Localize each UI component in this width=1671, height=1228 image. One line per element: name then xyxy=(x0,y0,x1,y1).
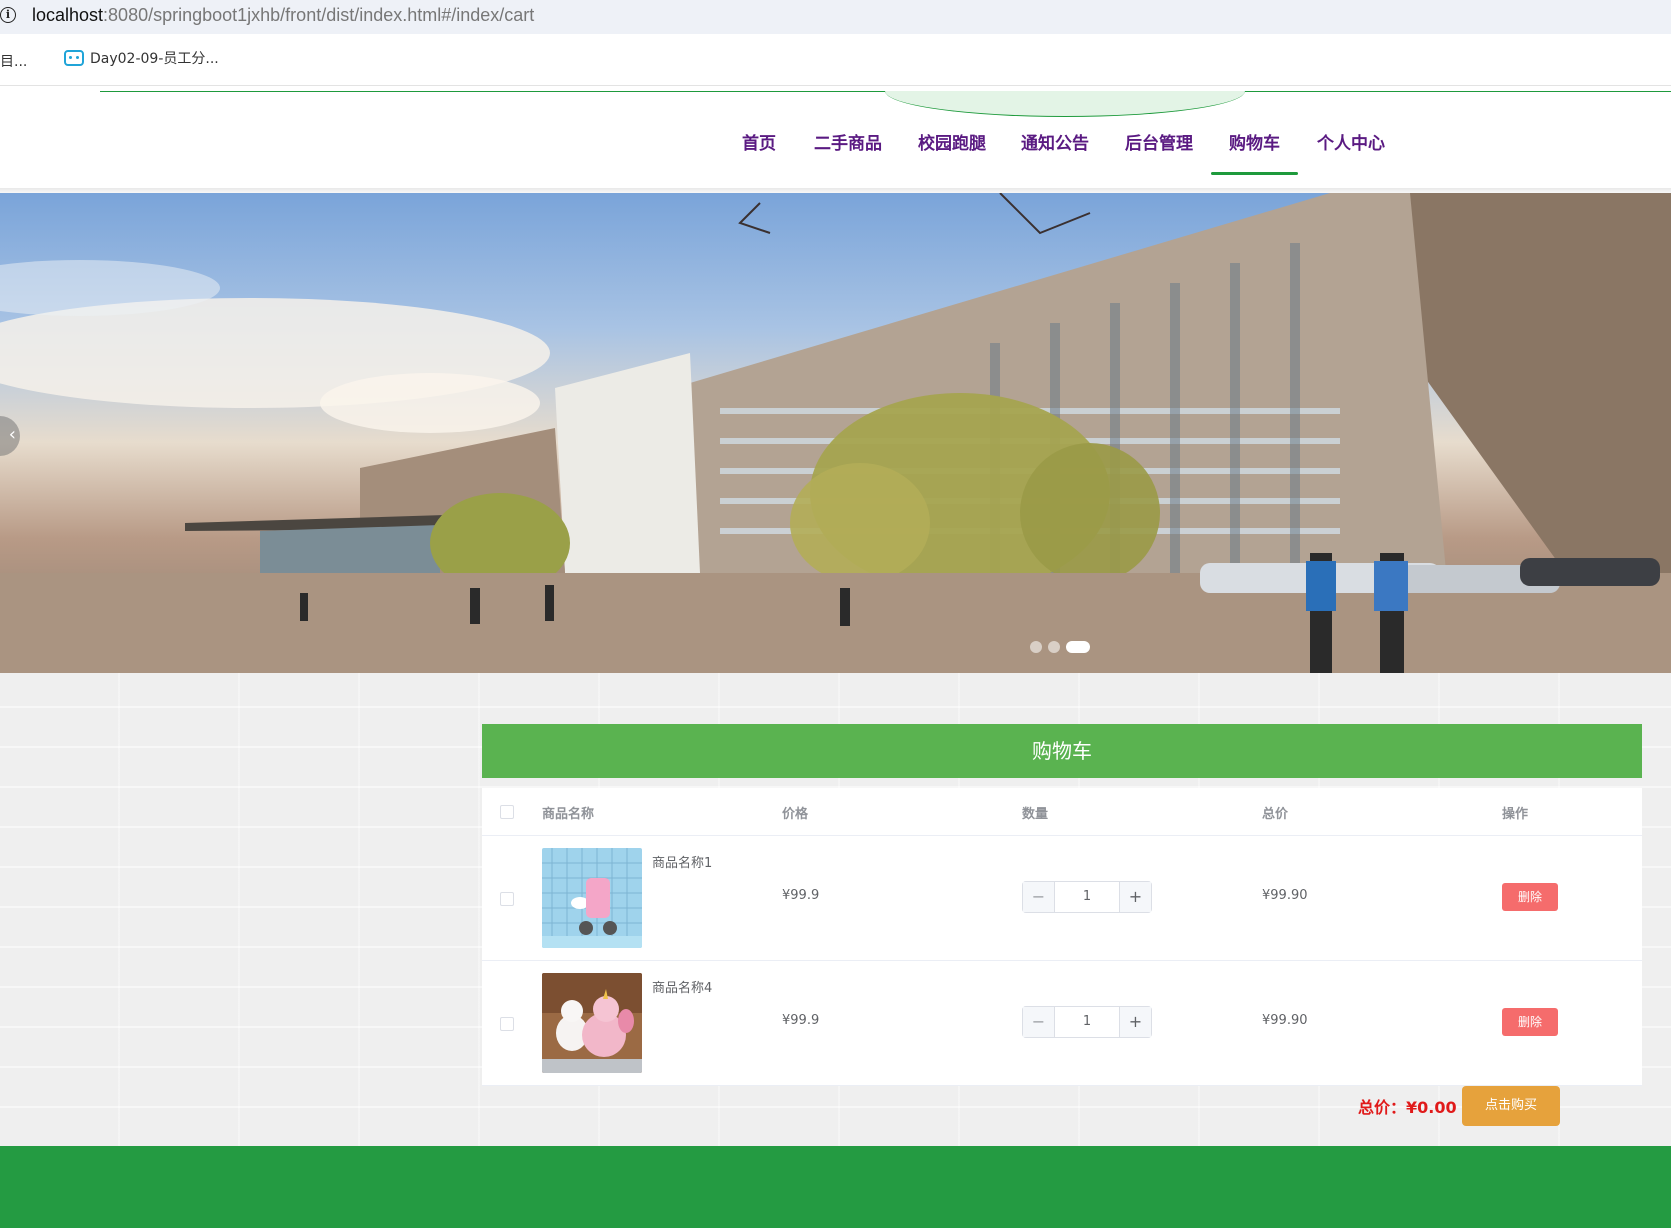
product-price: ¥99.9 xyxy=(782,1013,820,1028)
row-checkbox[interactable] xyxy=(500,892,514,906)
nav-item-admin[interactable]: 后台管理 xyxy=(1125,126,1193,176)
row-checkbox[interactable] xyxy=(500,1017,514,1031)
column-header-action: 操作 xyxy=(1502,807,1529,822)
carousel-dot-active[interactable] xyxy=(1066,641,1090,653)
table-header: 商品名称 价格 数量 总价 操作 xyxy=(482,788,1642,836)
increase-quantity-button[interactable]: + xyxy=(1119,882,1151,912)
decrease-quantity-button[interactable]: − xyxy=(1023,1007,1055,1037)
quantity-input[interactable]: 1 xyxy=(1055,1007,1119,1037)
column-header-name: 商品名称 xyxy=(542,807,595,822)
table-row: 商品名称4 ¥99.9 − 1 + ¥99.90 删除 xyxy=(482,961,1642,1086)
row-total: ¥99.90 xyxy=(1262,888,1308,903)
nav-item-profile[interactable]: 个人中心 xyxy=(1317,126,1385,176)
product-name[interactable]: 商品名称4 xyxy=(652,977,712,996)
table-row: 商品名称1 ¥99.9 − 1 + ¥99.90 删除 xyxy=(482,836,1642,961)
main-nav: 首页 二手商品 校园跑腿 通知公告 后台管理 购物车 个人中心 xyxy=(0,126,1671,176)
bilibili-icon xyxy=(64,50,84,66)
increase-quantity-button[interactable]: + xyxy=(1119,1007,1151,1037)
cart-title: 购物车 xyxy=(482,724,1642,778)
cart-section: 购物车 商品名称 价格 数量 总价 操作 商品名称1 ¥99.9 − 1 + ¥… xyxy=(0,673,1671,1146)
quantity-stepper: − 1 + xyxy=(1022,1006,1152,1038)
site-info-icon[interactable]: i xyxy=(0,7,16,23)
column-header-price: 价格 xyxy=(782,807,809,822)
carousel-banner[interactable]: ‹ xyxy=(0,193,1671,673)
nav-item-home[interactable]: 首页 xyxy=(742,126,776,176)
bookmarks-bar: 目... Day02-09-员工分... xyxy=(0,34,1671,86)
product-thumbnail xyxy=(542,848,642,948)
nav-item-cart[interactable]: 购物车 xyxy=(1211,126,1298,176)
carousel-indicators xyxy=(1030,641,1090,653)
nav-item-second-hand[interactable]: 二手商品 xyxy=(814,126,882,176)
product-name[interactable]: 商品名称1 xyxy=(652,852,712,871)
decrease-quantity-button[interactable]: − xyxy=(1023,882,1055,912)
quantity-input[interactable]: 1 xyxy=(1055,882,1119,912)
checkout-button[interactable]: 点击购买 xyxy=(1462,1086,1560,1126)
bookmark-label: Day02-09-员工分... xyxy=(90,51,219,67)
bookmark-item[interactable]: Day02-09-员工分... xyxy=(64,48,219,68)
delete-button[interactable]: 删除 xyxy=(1502,1008,1558,1036)
carousel-dot[interactable] xyxy=(1030,641,1042,653)
select-all-checkbox[interactable] xyxy=(500,805,514,819)
nav-item-errands[interactable]: 校园跑腿 xyxy=(918,126,986,176)
header-decoration-arc xyxy=(885,91,1245,117)
column-header-quantity: 数量 xyxy=(1022,807,1049,822)
url-host: localhost xyxy=(32,5,104,25)
bookmark-item[interactable]: 目... xyxy=(0,51,27,71)
url-path: :8080/springboot1jxhb/front/dist/index.h… xyxy=(103,5,535,25)
product-thumbnail xyxy=(542,973,642,1073)
carousel-dot[interactable] xyxy=(1048,641,1060,653)
campus-photo xyxy=(0,193,1671,673)
column-header-total: 总价 xyxy=(1262,807,1289,822)
quantity-stepper: − 1 + xyxy=(1022,881,1152,913)
site-footer xyxy=(0,1146,1671,1228)
cart-total-label: 总价：¥0.00 xyxy=(1358,1098,1457,1117)
row-total: ¥99.90 xyxy=(1262,1013,1308,1028)
site-header: 首页 二手商品 校园跑腿 通知公告 后台管理 购物车 个人中心 xyxy=(0,86,1671,190)
product-price: ¥99.9 xyxy=(782,888,820,903)
url-text[interactable]: localhost:8080/springboot1jxhb/front/dis… xyxy=(32,3,534,27)
nav-item-notices[interactable]: 通知公告 xyxy=(1021,126,1089,176)
cart-table: 商品名称 价格 数量 总价 操作 商品名称1 ¥99.9 − 1 + ¥99.9… xyxy=(482,788,1642,1086)
delete-button[interactable]: 删除 xyxy=(1502,883,1558,911)
browser-address-bar[interactable]: i localhost:8080/springboot1jxhb/front/d… xyxy=(0,0,1671,34)
